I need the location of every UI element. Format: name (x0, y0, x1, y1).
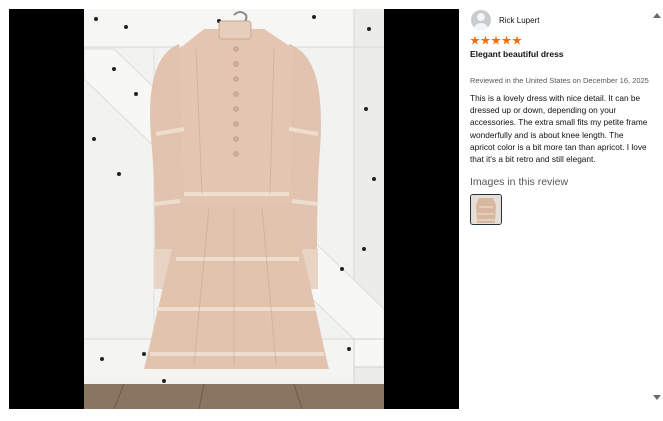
star-icon (470, 35, 480, 45)
review-body: This is a lovely dress with nice detail.… (470, 93, 648, 165)
image-viewer (9, 9, 459, 409)
review-title: Elegant beautiful dress (470, 49, 564, 59)
default-user-avatar-icon (471, 10, 491, 30)
star-icon (512, 35, 522, 45)
reviewer-name[interactable]: Rick Lupert (499, 16, 539, 25)
reviewer-row: Rick Lupert (470, 9, 650, 31)
star-icon (480, 35, 491, 45)
star-rating[interactable] (470, 35, 650, 46)
images-heading: Images in this review (470, 176, 569, 189)
review-date: Reviewed in the United States on Decembe… (470, 76, 649, 85)
review-panel-scrollbar[interactable] (651, 9, 663, 409)
review-image-thumbnail[interactable] (470, 194, 502, 226)
review-photo-dress (84, 9, 384, 409)
scroll-up-arrow-icon[interactable] (653, 13, 661, 18)
scroll-down-arrow-icon[interactable] (653, 395, 661, 400)
thumbnail-dress-image (471, 195, 501, 225)
review-panel: Rick Lupert Elegant beautiful dress Revi… (470, 9, 650, 409)
star-icon (501, 35, 512, 45)
star-icon (491, 35, 501, 45)
